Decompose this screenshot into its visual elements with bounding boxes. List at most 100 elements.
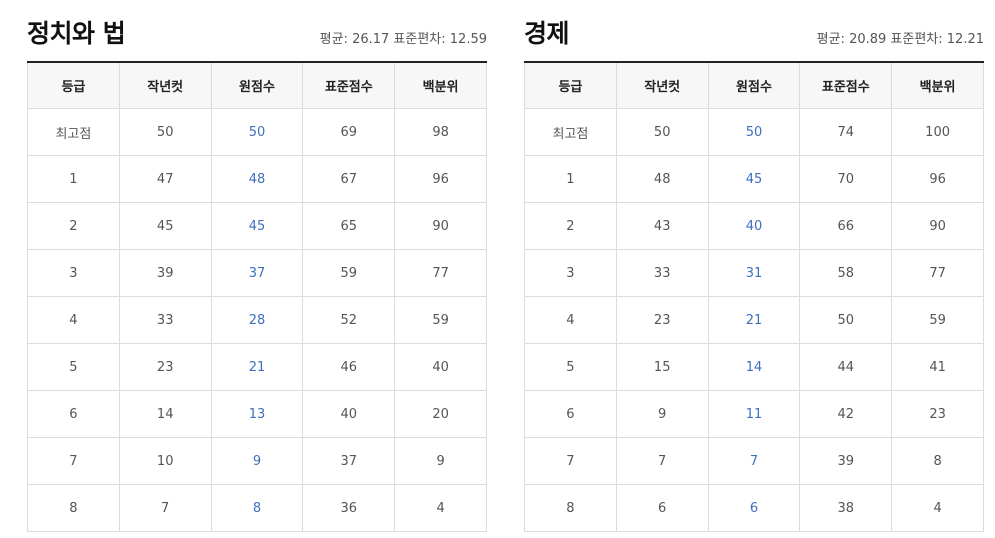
cell-percentile: 8 [891, 437, 984, 485]
cell-grade: 1 [524, 155, 617, 203]
table-row: 1 47 48 67 96 [27, 155, 487, 203]
cell-percentile: 90 [891, 202, 984, 250]
table-row: 3 39 37 59 77 [27, 249, 487, 297]
header-last-year-cut: 작년컷 [615, 62, 709, 109]
cell-standard-score: 69 [302, 108, 396, 156]
cell-last-year-cut: 7 [615, 437, 709, 485]
panel-header: 경제 평균: 20.89 표준편차: 12.21 [524, 0, 984, 61]
cell-last-year-cut: 23 [615, 296, 709, 344]
table-row: 7 10 9 37 9 [27, 437, 487, 485]
cell-raw-score: 7 [707, 437, 801, 485]
cell-raw-score: 40 [707, 202, 801, 250]
table-row: 5 15 14 44 41 [524, 343, 984, 391]
cell-grade: 3 [524, 249, 617, 297]
politics-law-panel: 정치와 법 평균: 26.17 표준편차: 12.59 등급 작년컷 원점수 표… [27, 0, 487, 532]
table-row: 4 23 21 50 59 [524, 296, 984, 344]
cell-grade: 7 [27, 437, 120, 485]
cell-raw-score: 28 [210, 296, 304, 344]
cell-percentile: 100 [891, 108, 984, 156]
cell-standard-score: 58 [799, 249, 893, 297]
panel-header: 정치와 법 평균: 26.17 표준편차: 12.59 [27, 0, 487, 61]
cell-percentile: 40 [394, 343, 487, 391]
table-row: 최고점 50 50 74 100 [524, 108, 984, 156]
cell-grade: 4 [27, 296, 120, 344]
header-standard-score: 표준점수 [302, 62, 396, 109]
cell-percentile: 96 [891, 155, 984, 203]
cell-standard-score: 40 [302, 390, 396, 438]
cell-raw-score: 50 [210, 108, 304, 156]
cell-last-year-cut: 23 [118, 343, 212, 391]
cell-raw-score: 21 [210, 343, 304, 391]
panel-stats: 평균: 20.89 표준편차: 12.21 [816, 32, 984, 47]
table-row: 4 33 28 52 59 [27, 296, 487, 344]
header-raw-score: 원점수 [210, 62, 304, 109]
grade-cut-table: 등급 작년컷 원점수 표준점수 백분위 최고점 50 50 74 100 1 4… [524, 61, 984, 532]
cell-last-year-cut: 6 [615, 484, 709, 532]
grade-cut-table: 등급 작년컷 원점수 표준점수 백분위 최고점 50 50 69 98 1 47… [27, 61, 487, 532]
cell-percentile: 4 [891, 484, 984, 532]
panel-stats: 평균: 26.17 표준편차: 12.59 [319, 32, 487, 47]
cell-raw-score: 48 [210, 155, 304, 203]
cell-standard-score: 70 [799, 155, 893, 203]
cell-standard-score: 59 [302, 249, 396, 297]
cell-standard-score: 66 [799, 202, 893, 250]
table-row: 8 7 8 36 4 [27, 484, 487, 532]
cell-percentile: 90 [394, 202, 487, 250]
table-row: 6 9 11 42 23 [524, 390, 984, 438]
cell-percentile: 98 [394, 108, 487, 156]
table-row: 최고점 50 50 69 98 [27, 108, 487, 156]
cell-grade: 3 [27, 249, 120, 297]
cell-standard-score: 46 [302, 343, 396, 391]
cell-grade: 최고점 [524, 108, 617, 156]
cell-raw-score: 45 [210, 202, 304, 250]
cell-grade: 8 [27, 484, 120, 532]
cell-standard-score: 38 [799, 484, 893, 532]
cell-percentile: 20 [394, 390, 487, 438]
panel-title: 경제 [524, 19, 570, 48]
cell-last-year-cut: 43 [615, 202, 709, 250]
cell-percentile: 23 [891, 390, 984, 438]
cell-percentile: 41 [891, 343, 984, 391]
cell-last-year-cut: 9 [615, 390, 709, 438]
cell-grade: 8 [524, 484, 617, 532]
cell-raw-score: 31 [707, 249, 801, 297]
header-standard-score: 표준점수 [799, 62, 893, 109]
cell-raw-score: 37 [210, 249, 304, 297]
table-header-row: 등급 작년컷 원점수 표준점수 백분위 [524, 62, 984, 109]
panel-title: 정치와 법 [27, 19, 126, 48]
header-percentile: 백분위 [394, 62, 487, 109]
cell-grade: 6 [27, 390, 120, 438]
header-grade: 등급 [524, 62, 617, 109]
cell-last-year-cut: 10 [118, 437, 212, 485]
cell-percentile: 77 [394, 249, 487, 297]
cell-raw-score: 6 [707, 484, 801, 532]
cell-percentile: 96 [394, 155, 487, 203]
cell-last-year-cut: 45 [118, 202, 212, 250]
table-row: 5 23 21 46 40 [27, 343, 487, 391]
cell-raw-score: 11 [707, 390, 801, 438]
cell-percentile: 77 [891, 249, 984, 297]
cell-last-year-cut: 47 [118, 155, 212, 203]
cell-grade: 5 [27, 343, 120, 391]
header-percentile: 백분위 [891, 62, 984, 109]
table-row: 8 6 6 38 4 [524, 484, 984, 532]
cell-last-year-cut: 50 [118, 108, 212, 156]
table-row: 2 45 45 65 90 [27, 202, 487, 250]
cell-grade: 2 [524, 202, 617, 250]
table-row: 6 14 13 40 20 [27, 390, 487, 438]
cell-grade: 5 [524, 343, 617, 391]
header-raw-score: 원점수 [707, 62, 801, 109]
cell-last-year-cut: 7 [118, 484, 212, 532]
cell-standard-score: 37 [302, 437, 396, 485]
cell-grade: 7 [524, 437, 617, 485]
cell-percentile: 59 [891, 296, 984, 344]
cell-grade: 4 [524, 296, 617, 344]
cell-last-year-cut: 15 [615, 343, 709, 391]
cell-raw-score: 50 [707, 108, 801, 156]
table-header-row: 등급 작년컷 원점수 표준점수 백분위 [27, 62, 487, 109]
cell-last-year-cut: 48 [615, 155, 709, 203]
cell-standard-score: 74 [799, 108, 893, 156]
cell-standard-score: 39 [799, 437, 893, 485]
header-last-year-cut: 작년컷 [118, 62, 212, 109]
cell-raw-score: 9 [210, 437, 304, 485]
